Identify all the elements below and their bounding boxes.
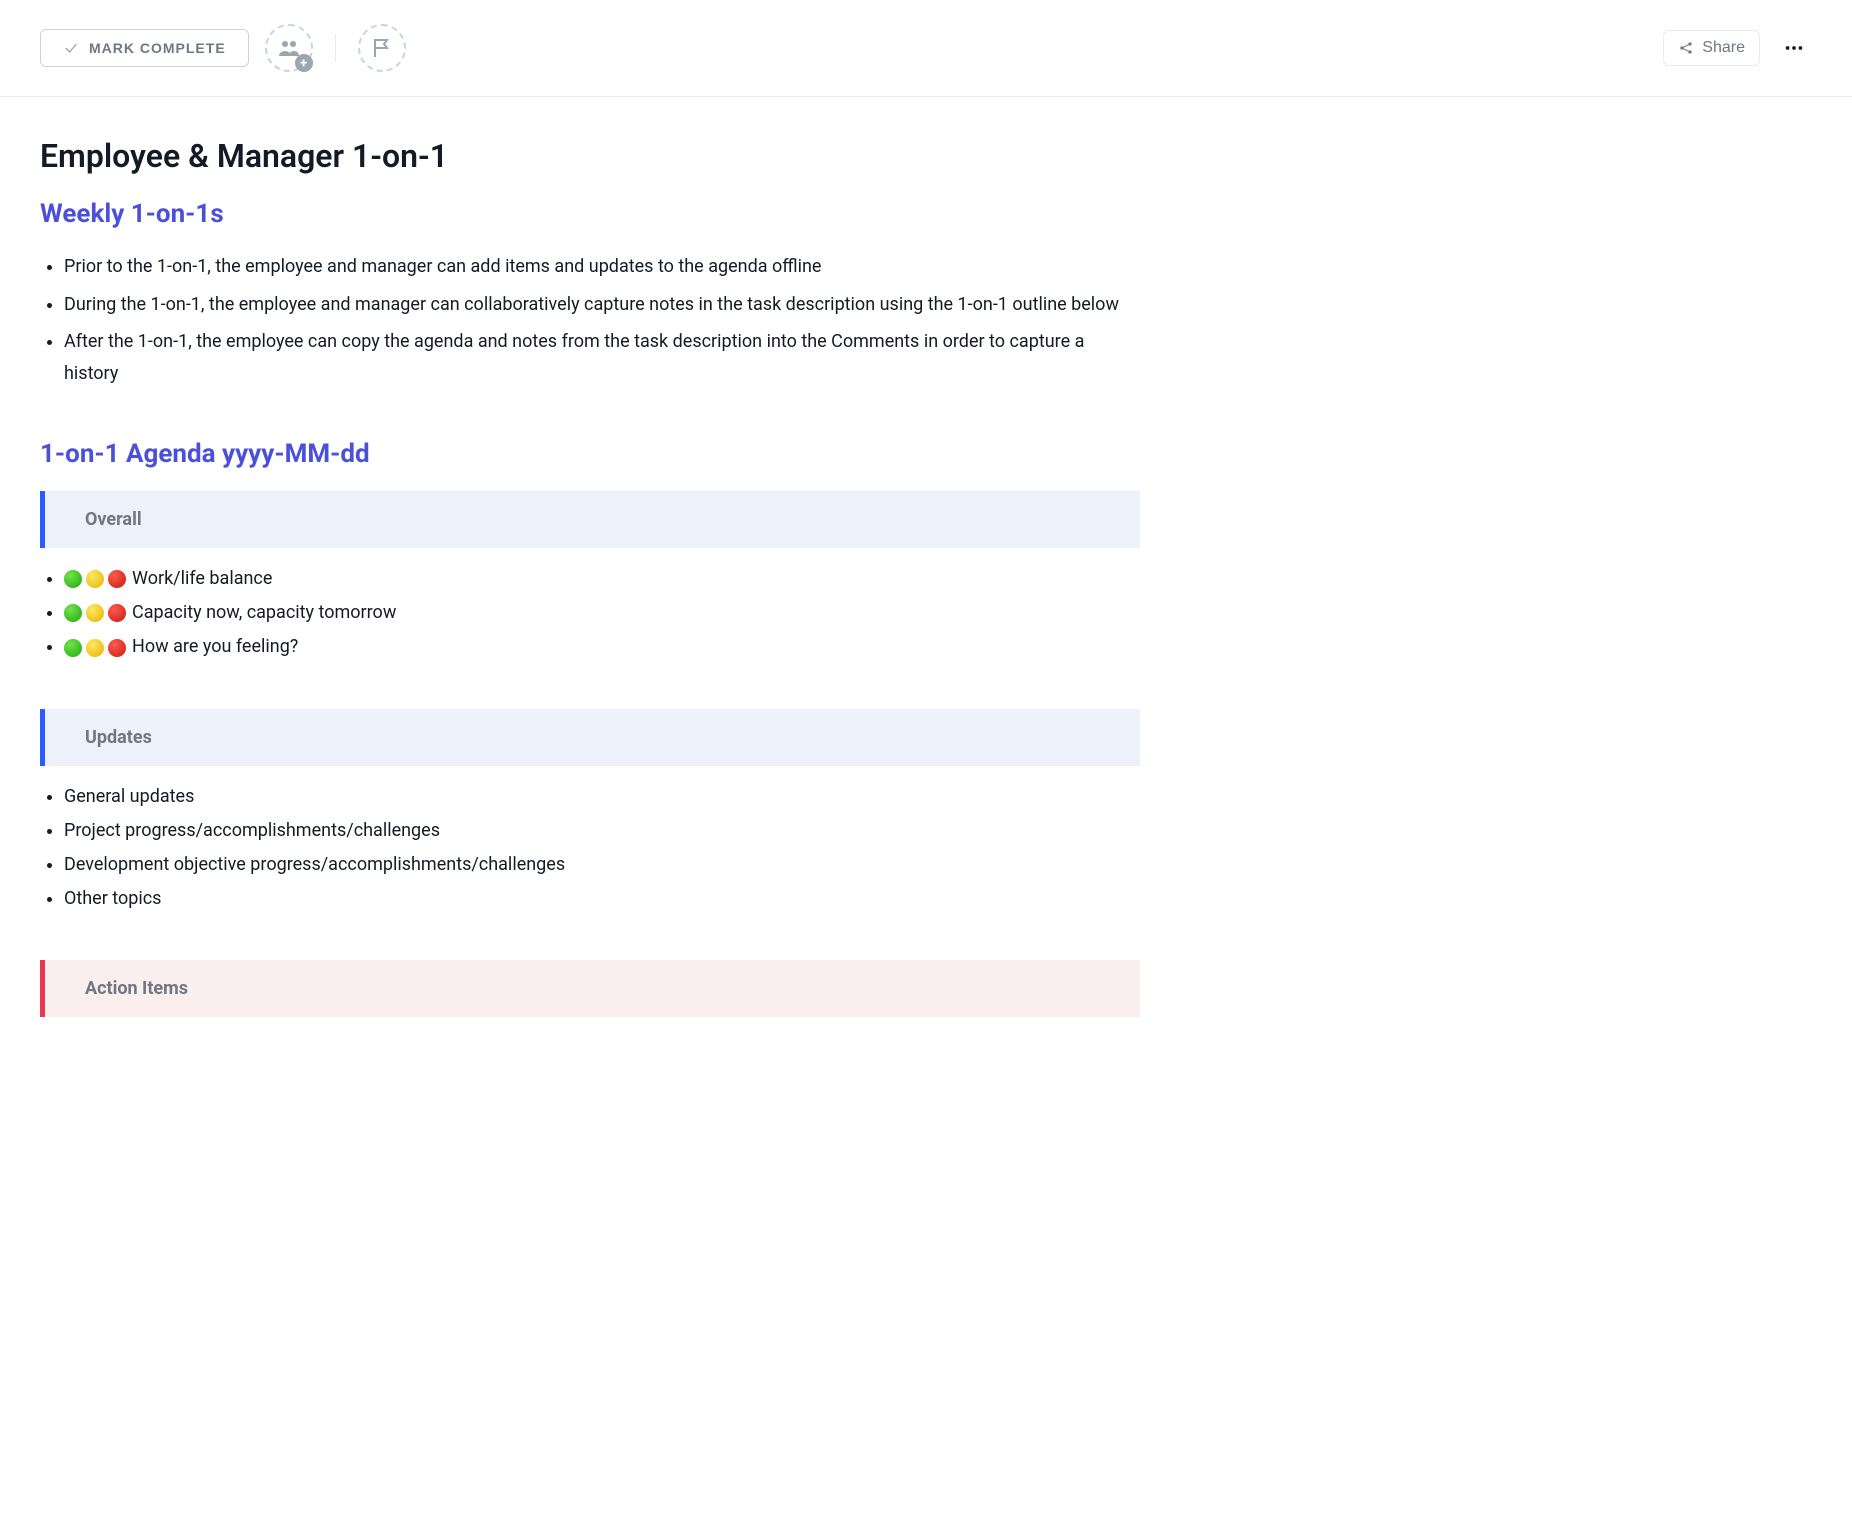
green-dot-icon <box>64 604 82 622</box>
section-heading: Overall <box>40 491 1140 548</box>
more-actions-button[interactable] <box>1776 30 1812 66</box>
status-dots <box>64 639 126 657</box>
list-item: Prior to the 1-on-1, the employee and ma… <box>64 251 1140 283</box>
add-flag-button[interactable] <box>358 24 406 72</box>
flag-icon <box>370 36 394 60</box>
share-label: Share <box>1702 39 1745 57</box>
weekly-bullets-list: Prior to the 1-on-1, the employee and ma… <box>40 251 1140 389</box>
list-item: After the 1-on-1, the employee can copy … <box>64 326 1140 389</box>
section-items-list: General updatesProject progress/accompli… <box>40 780 1140 917</box>
share-button[interactable]: Share <box>1663 30 1760 66</box>
red-dot-icon <box>108 604 126 622</box>
yellow-dot-icon <box>86 639 104 657</box>
section-items-list: Work/life balance Capacity now, capacity … <box>40 562 1140 665</box>
list-item: Other topics <box>64 882 1140 916</box>
add-assignee-button[interactable]: + <box>265 24 313 72</box>
yellow-dot-icon <box>86 604 104 622</box>
section-heading: Updates <box>40 709 1140 766</box>
list-item: Work/life balance <box>64 562 1140 596</box>
check-icon <box>63 40 79 56</box>
plus-icon: + <box>295 54 313 72</box>
item-text: Capacity now, capacity tomorrow <box>132 602 396 623</box>
list-item: Development objective progress/accomplis… <box>64 848 1140 882</box>
page-title: Employee & Manager 1-on-1 <box>40 137 1140 175</box>
document-content: Employee & Manager 1-on-1 Weekly 1-on-1s… <box>0 97 1180 1071</box>
list-item: General updates <box>64 780 1140 814</box>
green-dot-icon <box>64 570 82 588</box>
list-item: How are you feeling? <box>64 630 1140 664</box>
agenda-heading: 1-on-1 Agenda yyyy-MM-dd <box>40 439 1140 469</box>
list-item: During the 1-on-1, the employee and mana… <box>64 289 1140 321</box>
mark-complete-label: MARK COMPLETE <box>89 40 226 56</box>
green-dot-icon <box>64 639 82 657</box>
weekly-heading: Weekly 1-on-1s <box>40 199 1140 229</box>
yellow-dot-icon <box>86 570 104 588</box>
list-item: Project progress/accomplishments/challen… <box>64 814 1140 848</box>
list-item: Capacity now, capacity tomorrow <box>64 596 1140 630</box>
item-text: Work/life balance <box>132 568 272 589</box>
status-dots <box>64 604 126 622</box>
item-text: How are you feeling? <box>132 636 298 657</box>
red-dot-icon <box>108 639 126 657</box>
section-heading: Action Items <box>40 960 1140 1017</box>
topbar: MARK COMPLETE + Share <box>0 0 1852 97</box>
mark-complete-button[interactable]: MARK COMPLETE <box>40 29 249 67</box>
share-icon <box>1678 40 1694 56</box>
ellipsis-icon <box>1783 37 1805 59</box>
divider <box>335 34 336 62</box>
red-dot-icon <box>108 570 126 588</box>
status-dots <box>64 570 126 588</box>
